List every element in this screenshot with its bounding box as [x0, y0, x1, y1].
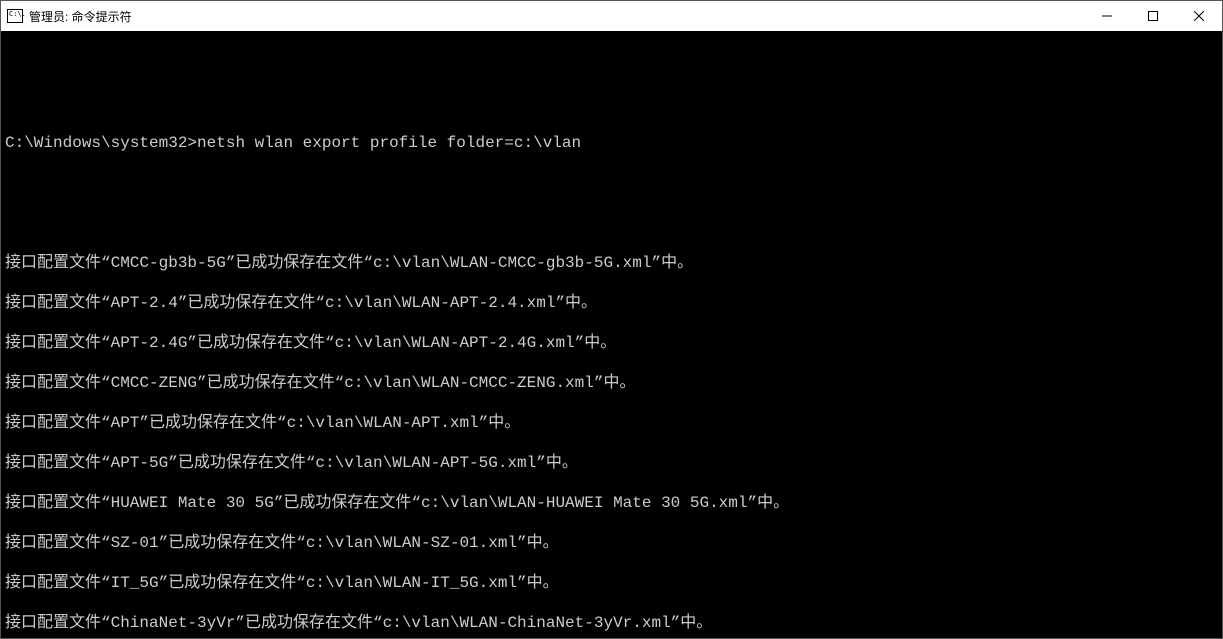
- window-controls: [1084, 1, 1222, 31]
- export-results: 接口配置文件“CMCC-gb3b-5G”已成功保存在文件“c:\vlan\WLA…: [5, 253, 1218, 638]
- blank-line: [5, 353, 1218, 373]
- export-result-line: 接口配置文件“CMCC-gb3b-5G”已成功保存在文件“c:\vlan\WLA…: [5, 253, 1218, 273]
- blank-line: [5, 513, 1218, 533]
- entered-command: netsh wlan export profile folder=c:\vlan: [197, 134, 581, 152]
- blank-line: [5, 313, 1218, 333]
- command-prompt-window: C:\. 管理员: 命令提示符 C:\Windows\system32>nets…: [0, 0, 1223, 639]
- window-title: 管理员: 命令提示符: [29, 8, 132, 25]
- blank-line: [5, 273, 1218, 293]
- blank-line: [5, 433, 1218, 453]
- blank-line: [5, 593, 1218, 613]
- titlebar-left: C:\. 管理员: 命令提示符: [7, 8, 132, 25]
- blank-line: [5, 393, 1218, 413]
- blank-line: [5, 553, 1218, 573]
- blank-line: [5, 633, 1218, 638]
- export-result-line: 接口配置文件“APT-2.4”已成功保存在文件“c:\vlan\WLAN-APT…: [5, 293, 1218, 313]
- minimize-icon: [1102, 11, 1112, 21]
- export-result-line: 接口配置文件“ChinaNet-3yVr”已成功保存在文件“c:\vlan\WL…: [5, 613, 1218, 633]
- export-result-line: 接口配置文件“CMCC-ZENG”已成功保存在文件“c:\vlan\WLAN-C…: [5, 373, 1218, 393]
- maximize-button[interactable]: [1130, 1, 1176, 31]
- blank-line: [5, 73, 1218, 93]
- command-line: C:\Windows\system32>netsh wlan export pr…: [5, 133, 1218, 153]
- export-result-line: 接口配置文件“APT-5G”已成功保存在文件“c:\vlan\WLAN-APT-…: [5, 453, 1218, 473]
- close-button[interactable]: [1176, 1, 1222, 31]
- close-icon: [1194, 11, 1204, 21]
- blank-line: [5, 473, 1218, 493]
- minimize-button[interactable]: [1084, 1, 1130, 31]
- export-result-line: 接口配置文件“APT”已成功保存在文件“c:\vlan\WLAN-APT.xml…: [5, 413, 1218, 433]
- blank-line: [5, 193, 1218, 213]
- export-result-line: 接口配置文件“HUAWEI Mate 30 5G”已成功保存在文件“c:\vla…: [5, 493, 1218, 513]
- prompt-path: C:\Windows\system32>: [5, 134, 197, 152]
- cmd-icon: C:\.: [7, 9, 23, 23]
- export-result-line: 接口配置文件“IT_5G”已成功保存在文件“c:\vlan\WLAN-IT_5G…: [5, 573, 1218, 593]
- titlebar[interactable]: C:\. 管理员: 命令提示符: [1, 1, 1222, 31]
- maximize-icon: [1148, 11, 1158, 21]
- terminal-output[interactable]: C:\Windows\system32>netsh wlan export pr…: [1, 31, 1222, 638]
- export-result-line: 接口配置文件“APT-2.4G”已成功保存在文件“c:\vlan\WLAN-AP…: [5, 333, 1218, 353]
- export-result-line: 接口配置文件“SZ-01”已成功保存在文件“c:\vlan\WLAN-SZ-01…: [5, 533, 1218, 553]
